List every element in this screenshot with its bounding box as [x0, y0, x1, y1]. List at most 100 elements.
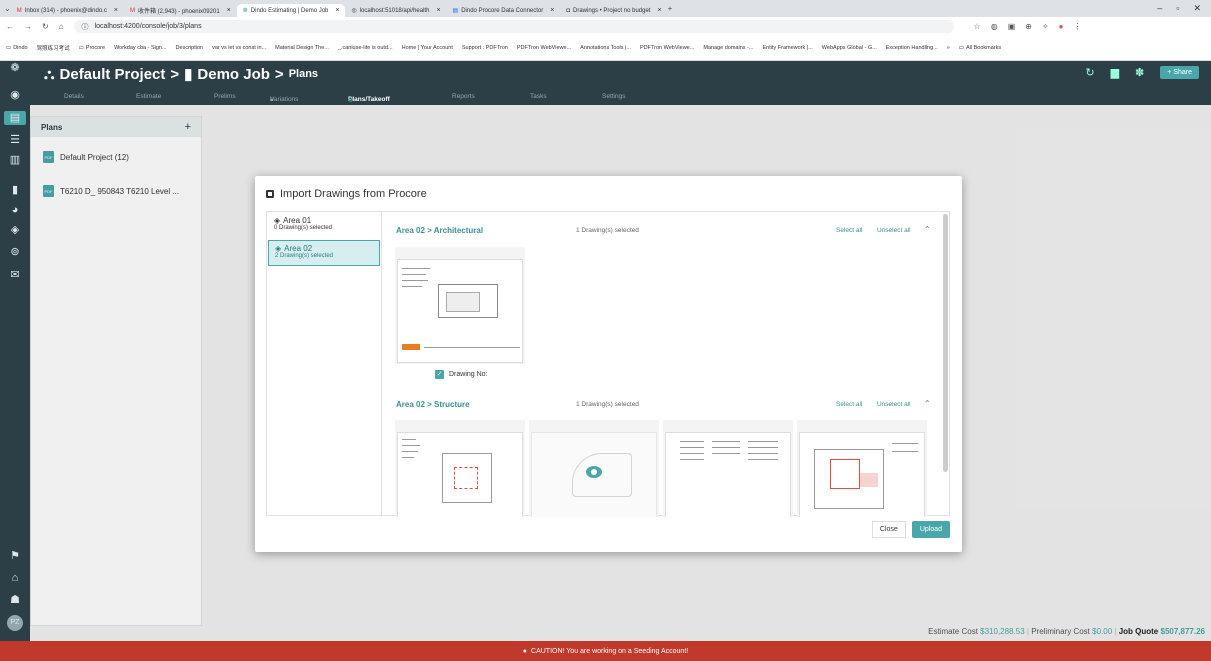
upload-button[interactable]: Upload — [911, 521, 950, 538]
tab-tasks[interactable]: Tasks — [530, 93, 547, 100]
bookmark-item[interactable]: PDFTron WebViewe... — [517, 45, 571, 51]
all-bookmarks[interactable]: ▭ All Bookmarks — [959, 45, 1001, 51]
extension-icon[interactable]: ◍ — [991, 22, 998, 31]
avatar[interactable]: PZ — [7, 615, 23, 631]
browser-tab[interactable]: M 收件箱 (2,943) - phoenix09201 × — [124, 4, 237, 17]
documents-icon[interactable]: ▥ — [8, 153, 22, 167]
site-info-icon[interactable]: ⓘ — [82, 22, 89, 32]
chevron-up-icon[interactable]: ⌃ — [924, 399, 931, 408]
clipboard-icon[interactable]: ▤ — [4, 111, 26, 125]
dindo-logo-icon[interactable]: ❁ — [8, 61, 22, 75]
home-icon[interactable]: ⌂ — [59, 22, 64, 31]
import-drawings-modal: Import Drawings from Procore ◈ Area 01 0 … — [255, 176, 962, 552]
chevron-up-icon[interactable]: ⌃ — [924, 225, 931, 234]
graduation-icon[interactable]: ⌂ — [8, 571, 22, 585]
bookmark-item[interactable]: Support : PDFTron — [462, 45, 508, 51]
drawing-thumbnail[interactable] — [395, 420, 525, 517]
close-tab-icon[interactable]: × — [331, 7, 339, 14]
bookmark-item[interactable]: Entity Framework |... — [762, 45, 812, 51]
close-tab-icon[interactable]: × — [432, 7, 440, 14]
flag-icon[interactable]: ⚑ — [8, 549, 22, 563]
refresh-icon[interactable]: ↻ — [1085, 66, 1094, 79]
close-tab-icon[interactable]: × — [223, 7, 231, 14]
bookmark-item[interactable]: ▭ Dindo — [6, 45, 28, 51]
extension-icon[interactable]: ▣ — [1008, 22, 1016, 31]
tab-details[interactable]: Details — [64, 93, 84, 100]
drawing-thumbnail[interactable] — [797, 420, 927, 517]
forward-icon[interactable]: → — [24, 22, 32, 31]
browser-tab[interactable]: ◎ localhost:51018/api/health × — [345, 4, 446, 17]
profile-icon[interactable]: ● — [1059, 22, 1064, 31]
bookmark-item[interactable]: Description — [176, 45, 204, 51]
reload-icon[interactable]: ↻ — [42, 22, 49, 31]
close-tab-icon[interactable]: × — [653, 7, 661, 14]
tab-estimate[interactable]: Estimate — [136, 93, 161, 100]
tab-prelims[interactable]: Prelims — [214, 93, 236, 100]
tab-search-icon[interactable]: ⌄ — [4, 4, 11, 13]
support-icon[interactable]: ☗ — [8, 593, 22, 607]
unselect-all-link[interactable]: Unselect all — [877, 401, 911, 408]
chat-icon[interactable]: ▆ — [1111, 66, 1119, 79]
scrollbar[interactable] — [943, 214, 948, 472]
back-icon[interactable]: ← — [6, 22, 14, 31]
mail-icon[interactable]: ✉ — [8, 268, 22, 282]
bookmark-item[interactable]: Annotations Tools |... — [580, 45, 631, 51]
drawing-thumbnail[interactable] — [395, 247, 525, 364]
breadcrumb-project[interactable]: Default Project — [60, 66, 166, 83]
url-field[interactable]: ⓘ localhost:4200/console/job/3/plans — [73, 20, 954, 33]
drawing-thumbnail[interactable] — [529, 420, 659, 517]
bookmark-item[interactable]: _.caniuse-lite is outd... — [338, 45, 393, 51]
close-window-icon[interactable]: ✕ — [1193, 3, 1201, 14]
bookmark-item[interactable]: ▭ Procore — [79, 45, 105, 51]
checklist-icon[interactable]: ☰ — [8, 133, 22, 147]
drawing-thumbnail[interactable] — [663, 420, 793, 517]
team-icon[interactable]: ✽ — [1135, 66, 1144, 79]
bookmarks-overflow[interactable]: » — [947, 45, 950, 51]
bookmark-item[interactable]: var vs let vs const in... — [212, 45, 266, 51]
share-button[interactable]: + Share — [1160, 66, 1199, 79]
drawing-checkbox-row[interactable]: ✓ Drawing No: — [435, 370, 488, 379]
drawing-sheet-preview — [665, 432, 791, 517]
bookmark-star-icon[interactable]: ☆ — [974, 22, 981, 31]
tab-reports[interactable]: Reports — [452, 93, 475, 100]
preview-eye-icon[interactable] — [586, 466, 602, 478]
maximize-icon[interactable]: ▫ — [1176, 3, 1179, 14]
drawing-sheet-preview — [799, 432, 925, 517]
close-tab-icon[interactable]: × — [546, 7, 554, 14]
menu-icon[interactable]: ⋮ — [1074, 22, 1082, 31]
tab-settings[interactable]: Settings — [602, 93, 626, 100]
minimize-icon[interactable]: – — [1157, 3, 1162, 14]
layers-icon[interactable]: ◈ — [8, 223, 22, 237]
browser-tab[interactable]: M Inbox (314) - phoenix@dindo.c × — [11, 4, 124, 17]
select-all-link[interactable]: Select all — [836, 401, 862, 408]
bookmark-item[interactable]: Manage domains -... — [703, 45, 753, 51]
page-header: ⛬ Default Project > ▮ Demo Job > Plans ↻… — [30, 61, 1211, 87]
bookmark-item[interactable]: WebApps Global - G... — [822, 45, 877, 51]
checkbox-checked[interactable]: ✓ — [435, 370, 444, 379]
browser-tab[interactable]: ◘ Drawings • Project no budget × — [560, 4, 667, 17]
breadcrumb-job[interactable]: Demo Job — [197, 66, 270, 83]
close-button[interactable]: Close — [871, 521, 906, 538]
select-all-link[interactable]: Select all — [836, 227, 862, 234]
area-item[interactable]: ◈ Area 01 0 Drawing(s) selected — [268, 213, 380, 239]
bookmark-item[interactable]: Material Design The... — [275, 45, 329, 51]
extension-icon[interactable]: ⊕ — [1025, 22, 1032, 31]
bookmark-item[interactable]: Exception Handling... — [886, 45, 938, 51]
bookmark-item[interactable]: 驾照练习考试 — [37, 44, 70, 52]
area-list: ◈ Area 01 0 Drawing(s) selected ◈ Area 02 … — [267, 212, 382, 517]
bookmark-item[interactable]: Home | Your Account — [402, 45, 453, 51]
unselect-all-link[interactable]: Unselect all — [877, 227, 911, 234]
area-item-selected[interactable]: ◈ Area 02 2 Drawing(s) selected — [268, 240, 380, 266]
browser-tab-active[interactable]: ❁ Dindo Estimating | Demo Job × — [236, 4, 346, 17]
browser-tab[interactable]: ▤ Dindo Procore Data Connector × — [447, 4, 561, 17]
breadcrumb-page: Plans — [288, 68, 319, 80]
close-tab-icon[interactable]: × — [110, 7, 118, 14]
extensions-puzzle-icon[interactable]: ✧ — [1042, 22, 1049, 31]
file-icon[interactable]: ▮ — [8, 183, 22, 197]
new-tab-icon[interactable]: + — [668, 4, 673, 13]
link-icon[interactable]: ⊚ — [8, 245, 22, 259]
dashboard-icon[interactable]: ◉ — [8, 88, 22, 102]
bookmark-item[interactable]: Workday cba - Sign... — [114, 45, 166, 51]
bookmark-item[interactable]: PDFTron WebViewe... — [640, 45, 694, 51]
user-icon[interactable]: ◕ — [8, 203, 22, 217]
